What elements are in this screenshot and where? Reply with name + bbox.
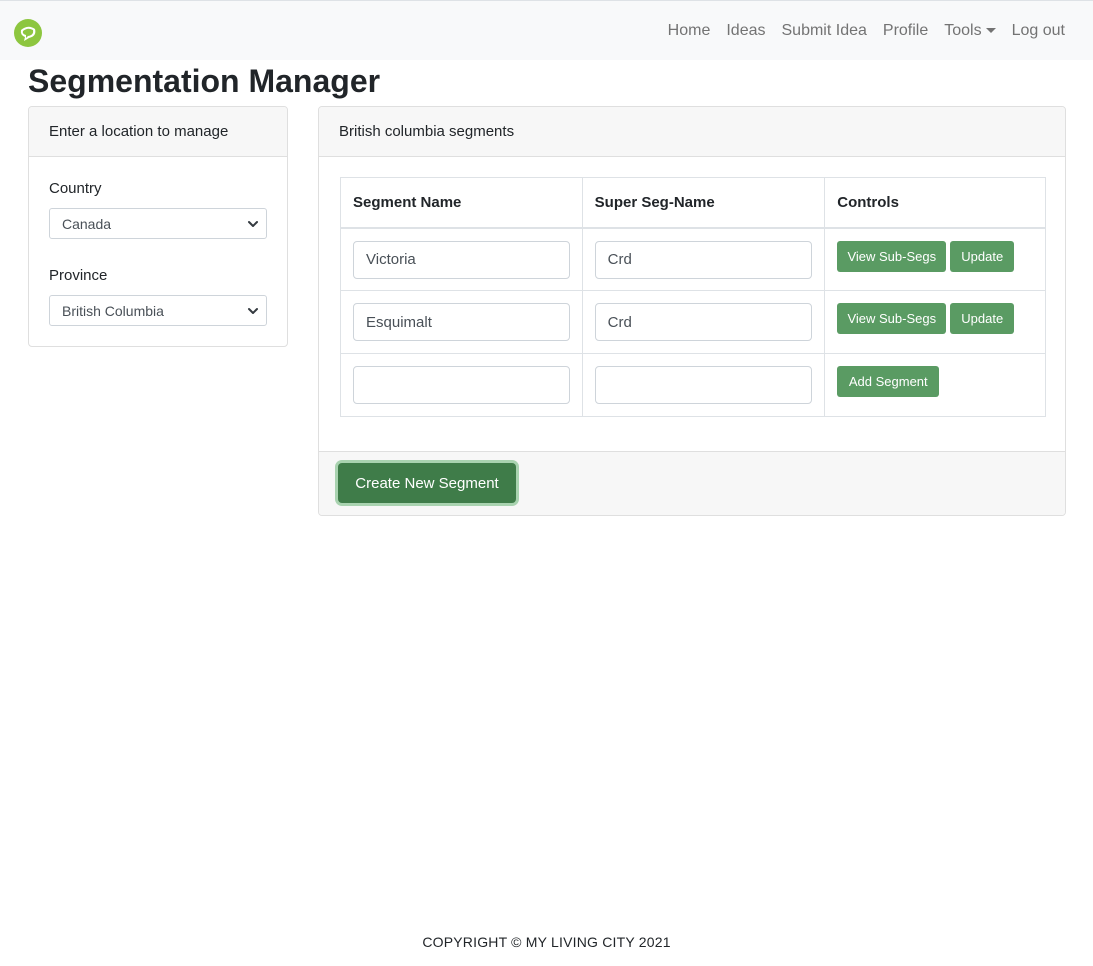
super-seg-name-input[interactable]: Crd <box>594 303 812 341</box>
view-sub-segs-button[interactable]: View Sub-Segs <box>837 240 947 272</box>
new-super-seg-name-input[interactable] <box>594 366 812 404</box>
location-card-header: Enter a location to manage <box>29 107 287 157</box>
nav-submit-idea[interactable]: Submit Idea <box>774 21 875 41</box>
nav-profile[interactable]: Profile <box>875 21 936 41</box>
controls-cell: View Sub-Segs Update <box>824 227 1046 291</box>
location-card: Enter a location to manage Country Canad… <box>28 106 288 347</box>
column-header-controls: Controls <box>824 177 1046 229</box>
segment-name-cell <box>340 353 583 417</box>
chevron-down-icon <box>248 308 258 314</box>
nav-links: Home Ideas Submit Idea Profile Tools Log… <box>660 1 1073 61</box>
nav-home[interactable]: Home <box>660 21 719 41</box>
country-label: Country <box>49 180 102 197</box>
super-seg-name-input[interactable]: Crd <box>594 240 812 279</box>
nav-ideas[interactable]: Ideas <box>718 21 773 41</box>
country-select[interactable]: Canada <box>49 208 267 239</box>
segment-name-cell: Esquimalt <box>340 290 583 354</box>
table-header-row: Segment Name Super Seg-Name Controls <box>340 177 1046 229</box>
super-seg-name-cell: Crd <box>581 290 826 354</box>
leaf-chat-icon[interactable] <box>13 18 43 48</box>
segment-name-input[interactable]: Esquimalt <box>353 303 570 341</box>
nav-tools-dropdown[interactable]: Tools <box>936 21 1003 41</box>
super-seg-name-cell: Crd <box>581 227 826 291</box>
page-title: Segmentation Manager <box>28 63 381 99</box>
view-sub-segs-button[interactable]: View Sub-Segs <box>837 303 947 334</box>
navbar: Home Ideas Submit Idea Profile Tools Log… <box>0 0 1093 60</box>
update-button[interactable]: Update <box>950 303 1015 334</box>
table-row: Victoria Crd View Sub-Segs Update <box>340 227 1046 291</box>
nav-log-out[interactable]: Log out <box>1004 21 1073 41</box>
segment-name-cell: Victoria <box>340 227 583 291</box>
create-new-segment-button[interactable]: Create New Segment <box>338 463 516 503</box>
segments-card: British columbia segments Segment Name S… <box>318 106 1066 516</box>
province-select[interactable]: British Columbia <box>49 295 267 326</box>
caret-down-icon <box>985 27 996 33</box>
segment-name-input[interactable]: Victoria <box>353 240 570 279</box>
segments-card-header: British columbia segments <box>319 107 1065 157</box>
nav-tools-label: Tools <box>944 22 982 39</box>
controls-cell: View Sub-Segs Update <box>824 290 1046 354</box>
province-label: Province <box>49 267 108 284</box>
table-row-new: Add Segment <box>340 353 1046 417</box>
add-segment-button[interactable]: Add Segment <box>837 366 940 397</box>
column-header-super-seg-name: Super Seg-Name <box>581 177 826 229</box>
chevron-down-icon <box>248 221 258 227</box>
update-button[interactable]: Update <box>950 240 1015 272</box>
country-select-value: Canada <box>62 215 112 232</box>
segments-table: Segment Name Super Seg-Name Controls Vic… <box>340 177 1046 417</box>
copyright-footer: COPYRIGHT © MY LIVING CITY 2021 <box>422 934 671 950</box>
controls-cell: Add Segment <box>824 353 1046 417</box>
new-segment-name-input[interactable] <box>353 366 570 404</box>
super-seg-name-cell <box>581 353 826 417</box>
table-row: Esquimalt Crd View Sub-Segs Update <box>340 290 1046 354</box>
province-select-value: British Columbia <box>62 302 164 319</box>
column-header-segment-name: Segment Name <box>340 177 583 229</box>
